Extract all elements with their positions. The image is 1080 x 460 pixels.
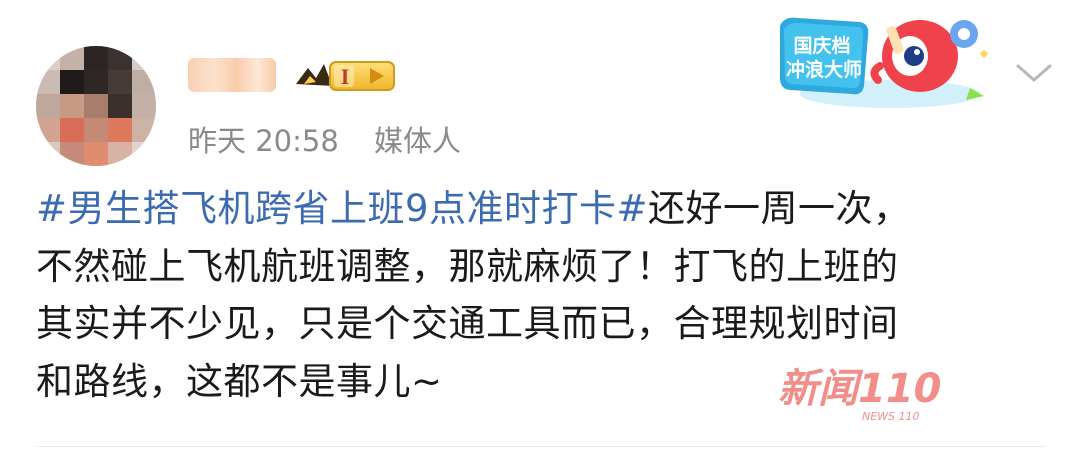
avatar[interactable] [36, 46, 156, 166]
watermark-text: 新闻110 [778, 366, 942, 412]
promo-line2: 冲浪大师 [786, 58, 862, 81]
badge-level: I [341, 64, 350, 89]
post-meta: 昨天 20:58 媒体人 [188, 118, 481, 160]
chevron-down-icon[interactable] [1014, 60, 1054, 86]
post-text-1: 还好一周一次， [648, 187, 911, 230]
promo-line1: 国庆档 [793, 34, 850, 57]
divider [36, 446, 1046, 447]
vip-badge-icon[interactable]: I [290, 54, 400, 96]
watermark-sub: NEWS 110 [862, 410, 920, 423]
post-line-2: 不然碰上飞机航班调整，那就麻烦了！打飞的上班的 [36, 244, 899, 288]
post-source: 媒体人 [374, 124, 462, 158]
promo-mascot-icon[interactable]: 国庆档 冲浪大师 [770, 6, 1000, 112]
username-blurred[interactable] [188, 58, 276, 92]
hashtag-link[interactable]: #男生搭飞机跨省上班9点准时打卡# [36, 187, 648, 230]
post-line-1: #男生搭飞机跨省上班9点准时打卡#还好一周一次， [36, 180, 1046, 238]
post-line-3: 其实并不少见，只是个交通工具而已，合理规划时间 [36, 302, 899, 345]
news-watermark-logo: 新闻110 NEWS 110 [778, 366, 942, 423]
post-time: 昨天 20:58 [188, 124, 339, 158]
